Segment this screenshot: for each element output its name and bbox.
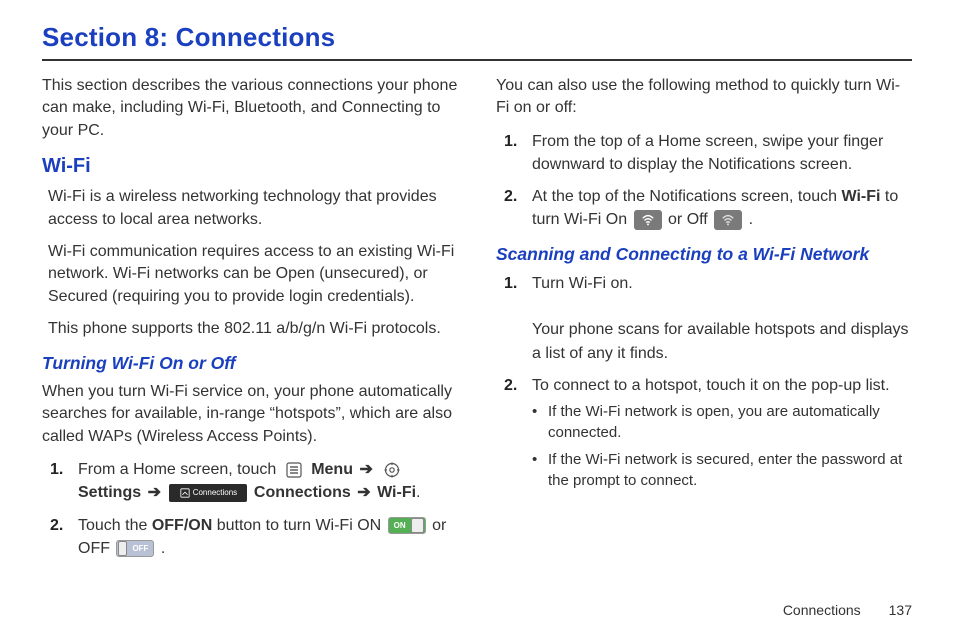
text: Your phone scans for available hotspots … <box>532 321 909 361</box>
intro-paragraph: This section describes the various conne… <box>42 75 458 142</box>
bullet-icon: • <box>532 449 540 491</box>
step-number: 2. <box>50 514 68 560</box>
step-number: 1. <box>504 130 522 176</box>
toggle-off-icon: OFF <box>116 540 154 557</box>
right-column: You can also use the following method to… <box>496 75 912 569</box>
text: At the top of the Notifications screen, … <box>532 188 842 205</box>
scanning-steps: 1. Turn Wi-Fi on. Your phone scans for a… <box>504 272 912 497</box>
text: . <box>416 484 420 501</box>
wifi-label: Wi-Fi <box>842 188 881 205</box>
turning-step-1: 1. From a Home screen, touch Menu ➔ Sett… <box>50 458 458 504</box>
text: . <box>749 211 753 228</box>
settings-label: Settings <box>78 484 141 501</box>
wifi-heading: Wi-Fi <box>42 152 458 180</box>
step-number: 1. <box>50 458 68 504</box>
arrow-icon: ➔ <box>357 484 370 501</box>
menu-label: Menu <box>311 461 353 478</box>
turning-step-2: 2. Touch the OFF/ON button to turn Wi-Fi… <box>50 514 458 560</box>
text: From a Home screen, touch <box>78 461 281 478</box>
step-body: From a Home screen, touch Menu ➔ Setting… <box>78 458 458 504</box>
footer-page-number: 137 <box>889 602 912 618</box>
menu-icon <box>283 462 305 478</box>
wifi-on-icon <box>634 210 662 230</box>
text: Turn Wi-Fi on. <box>532 275 633 292</box>
text: To connect to a hotspot, touch it on the… <box>532 377 890 394</box>
connections-icon-label: Connections <box>193 487 237 499</box>
text: or Off <box>668 211 712 228</box>
quick-steps: 1. From the top of a Home screen, swipe … <box>504 130 912 232</box>
list-item: •If the Wi-Fi network is secured, enter … <box>532 449 912 491</box>
turning-heading: Turning Wi-Fi On or Off <box>42 351 458 376</box>
manual-page: Section 8: Connections This section desc… <box>0 0 954 636</box>
connections-label: Connections <box>254 484 351 501</box>
content-columns: This section describes the various conne… <box>42 75 912 569</box>
connections-icon: Connections <box>169 484 247 502</box>
scan-bullets: •If the Wi-Fi network is open, you are a… <box>532 401 912 491</box>
section-heading: Section 8: Connections <box>42 22 912 53</box>
wifi-off-icon <box>714 210 742 230</box>
quick-intro: You can also use the following method to… <box>496 75 912 120</box>
quick-step-2: 2. At the top of the Notifications scree… <box>504 185 912 231</box>
step-body: At the top of the Notifications screen, … <box>532 185 912 231</box>
step-body: To connect to a hotspot, touch it on the… <box>532 374 912 497</box>
text: Touch the <box>78 517 152 534</box>
bullet-icon: • <box>532 401 540 443</box>
arrow-icon: ➔ <box>148 484 161 501</box>
arrow-icon: ➔ <box>359 461 372 478</box>
wifi-p1: Wi-Fi is a wireless networking technolog… <box>48 186 458 231</box>
offon-label: OFF/ON <box>152 517 212 534</box>
wifi-p3: This phone supports the 802.11 a/b/g/n W… <box>48 318 458 340</box>
turning-intro: When you turn Wi-Fi service on, your pho… <box>42 381 458 448</box>
toggle-on-label: ON <box>389 520 411 532</box>
scan-step-2: 2. To connect to a hotspot, touch it on … <box>504 374 912 497</box>
page-footer: Connections 137 <box>783 602 912 618</box>
step-number: 2. <box>504 185 522 231</box>
toggle-off-label: OFF <box>127 543 153 555</box>
scan-step-1: 1. Turn Wi-Fi on. Your phone scans for a… <box>504 272 912 365</box>
text: If the Wi-Fi network is open, you are au… <box>548 401 912 443</box>
wifi-body: Wi-Fi is a wireless networking technolog… <box>48 186 458 340</box>
wifi-label: Wi-Fi <box>377 484 416 501</box>
turning-steps: 1. From a Home screen, touch Menu ➔ Sett… <box>50 458 458 560</box>
list-item: •If the Wi-Fi network is open, you are a… <box>532 401 912 443</box>
text: If the Wi-Fi network is secured, enter t… <box>548 449 912 491</box>
toggle-knob <box>118 541 127 556</box>
quick-step-1: 1. From the top of a Home screen, swipe … <box>504 130 912 176</box>
step-number: 2. <box>504 374 522 497</box>
step-body: From the top of a Home screen, swipe you… <box>532 130 912 176</box>
wifi-p2: Wi-Fi communication requires access to a… <box>48 241 458 308</box>
step-body: Turn Wi-Fi on. Your phone scans for avai… <box>532 272 912 365</box>
left-column: This section describes the various conne… <box>42 75 458 569</box>
heading-rule <box>42 59 912 61</box>
step-number: 1. <box>504 272 522 365</box>
settings-icon <box>381 462 403 478</box>
toggle-on-icon: ON <box>388 517 426 534</box>
step-body: Touch the OFF/ON button to turn Wi-Fi ON… <box>78 514 458 560</box>
scanning-heading: Scanning and Connecting to a Wi-Fi Netwo… <box>496 242 912 267</box>
text: . <box>161 540 165 557</box>
footer-chapter: Connections <box>783 602 861 618</box>
toggle-knob <box>411 518 424 533</box>
text: button to turn Wi-Fi ON <box>212 517 385 534</box>
